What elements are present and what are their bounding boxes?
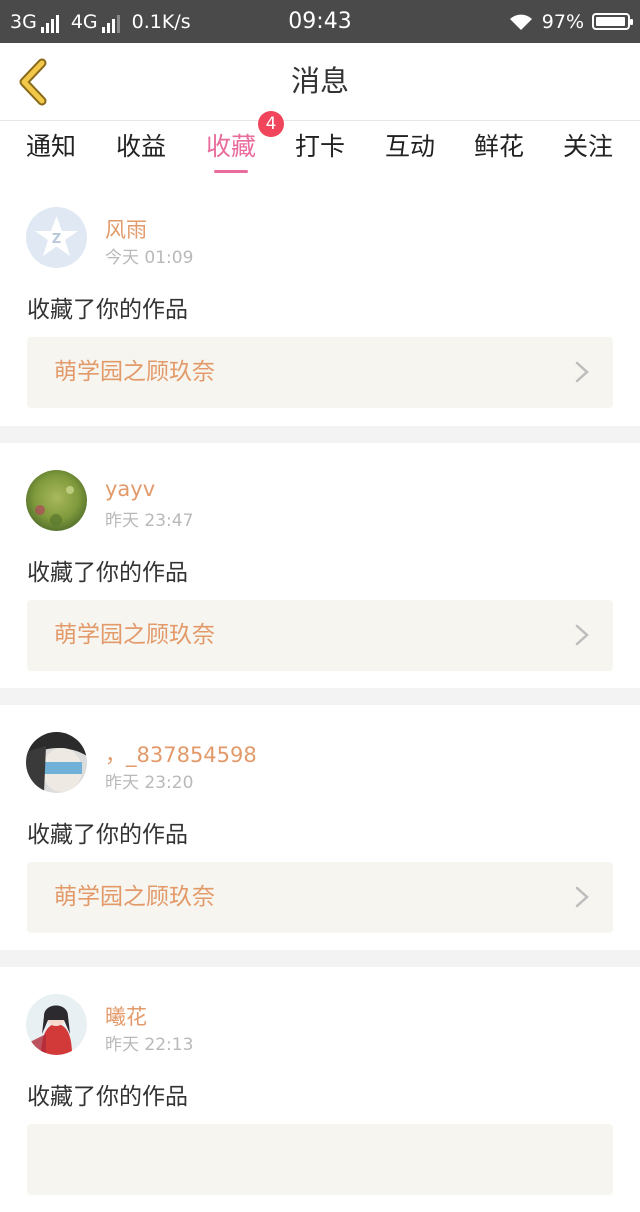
network-speed: 0.1K/s bbox=[131, 10, 191, 33]
avatar[interactable] bbox=[26, 994, 87, 1055]
chevron-right-icon bbox=[575, 624, 589, 646]
avatar[interactable] bbox=[26, 732, 87, 793]
list-item: Z 风雨 今天 01:09 收藏了你的作品 萌学园之顾玖奈 bbox=[0, 180, 640, 426]
active-tab-indicator bbox=[214, 170, 248, 173]
divider bbox=[0, 688, 640, 705]
work-card[interactable] bbox=[27, 1124, 613, 1195]
unread-badge: 4 bbox=[258, 111, 285, 137]
status-left: 3G 4G 0.1K/s bbox=[10, 0, 191, 43]
tab-checkin[interactable]: 打卡 bbox=[295, 121, 345, 179]
work-title: 萌学园之顾玖奈 bbox=[54, 622, 215, 648]
list-item: ，_837854598 昨天 23:20 收藏了你的作品 萌学园之顾玖奈 bbox=[0, 705, 640, 950]
work-card[interactable]: 萌学园之顾玖奈 bbox=[27, 862, 613, 933]
tab-flowers[interactable]: 鲜花 bbox=[474, 121, 524, 179]
tab-interactions[interactable]: 互动 bbox=[385, 121, 435, 179]
page-title: 消息 bbox=[290, 64, 349, 98]
divider bbox=[0, 426, 640, 443]
work-card[interactable]: 萌学园之顾玖奈 bbox=[27, 600, 613, 671]
tab-label: 打卡 bbox=[295, 132, 346, 161]
timestamp: 今天 01:09 bbox=[105, 248, 194, 268]
work-title: 萌学园之顾玖奈 bbox=[54, 359, 215, 385]
avatar[interactable]: Z bbox=[26, 207, 87, 268]
username[interactable]: ，_837854598 bbox=[105, 739, 257, 769]
action-text: 收藏了你的作品 bbox=[27, 560, 188, 586]
divider bbox=[0, 950, 640, 967]
network-3g-label: 3G bbox=[10, 10, 37, 33]
username[interactable]: 风雨 bbox=[105, 214, 147, 244]
message-list: Z 风雨 今天 01:09 收藏了你的作品 萌学园之顾玖奈 yayv 昨天 23… bbox=[0, 180, 640, 1212]
tab-earnings[interactable]: 收益 bbox=[116, 121, 166, 179]
tab-label: 鲜花 bbox=[474, 132, 525, 161]
wifi-icon bbox=[509, 14, 532, 30]
tab-label: 通知 bbox=[26, 132, 77, 161]
timestamp: 昨天 23:47 bbox=[105, 511, 194, 531]
chevron-right-icon bbox=[575, 886, 589, 908]
tab-favorites[interactable]: 收藏 4 bbox=[206, 111, 285, 179]
signal-icon bbox=[40, 14, 59, 33]
list-item: 曦花 昨天 22:13 收藏了你的作品 bbox=[0, 967, 640, 1212]
timestamp: 昨天 23:20 bbox=[105, 773, 194, 793]
action-text: 收藏了你的作品 bbox=[27, 297, 188, 323]
face-photo-avatar-icon bbox=[26, 732, 87, 793]
status-right: 97% bbox=[508, 0, 633, 43]
tab-following[interactable]: 关注 bbox=[563, 121, 613, 179]
network-3g: 3G bbox=[10, 11, 59, 33]
tab-notifications[interactable]: 通知 bbox=[26, 121, 76, 179]
list-item: yayv 昨天 23:47 收藏了你的作品 萌学园之顾玖奈 bbox=[0, 443, 640, 688]
tab-label: 收益 bbox=[116, 132, 167, 161]
battery-percent: 97% bbox=[541, 10, 584, 33]
svg-text:Z: Z bbox=[52, 232, 61, 247]
tab-label: 互动 bbox=[385, 132, 436, 161]
username[interactable]: 曦花 bbox=[105, 1001, 147, 1031]
network-4g: 4G bbox=[71, 11, 120, 33]
tab-label: 收藏 bbox=[206, 132, 257, 161]
battery-icon bbox=[592, 13, 633, 30]
tab-bar: 通知 收益 收藏 4 打卡 互动 鲜花 关注 bbox=[0, 111, 640, 179]
action-text: 收藏了你的作品 bbox=[27, 1084, 188, 1110]
qq-default-avatar-icon: Z bbox=[26, 207, 87, 268]
header: 消息 bbox=[0, 43, 640, 121]
network-4g-label: 4G bbox=[70, 10, 98, 33]
tab-label: 关注 bbox=[563, 132, 614, 161]
chevron-right-icon bbox=[575, 361, 589, 383]
timestamp: 昨天 22:13 bbox=[105, 1035, 194, 1055]
status-bar: 3G 4G 0.1K/s 09:43 97% bbox=[0, 0, 640, 43]
signal-icon bbox=[101, 14, 120, 33]
anime-girl-avatar-icon bbox=[26, 994, 87, 1055]
work-title: 萌学园之顾玖奈 bbox=[54, 884, 215, 910]
action-text: 收藏了你的作品 bbox=[27, 822, 188, 848]
work-card[interactable]: 萌学园之顾玖奈 bbox=[27, 337, 613, 408]
avatar[interactable] bbox=[26, 470, 87, 531]
green-field-avatar-icon bbox=[26, 470, 87, 531]
username[interactable]: yayv bbox=[105, 477, 155, 501]
